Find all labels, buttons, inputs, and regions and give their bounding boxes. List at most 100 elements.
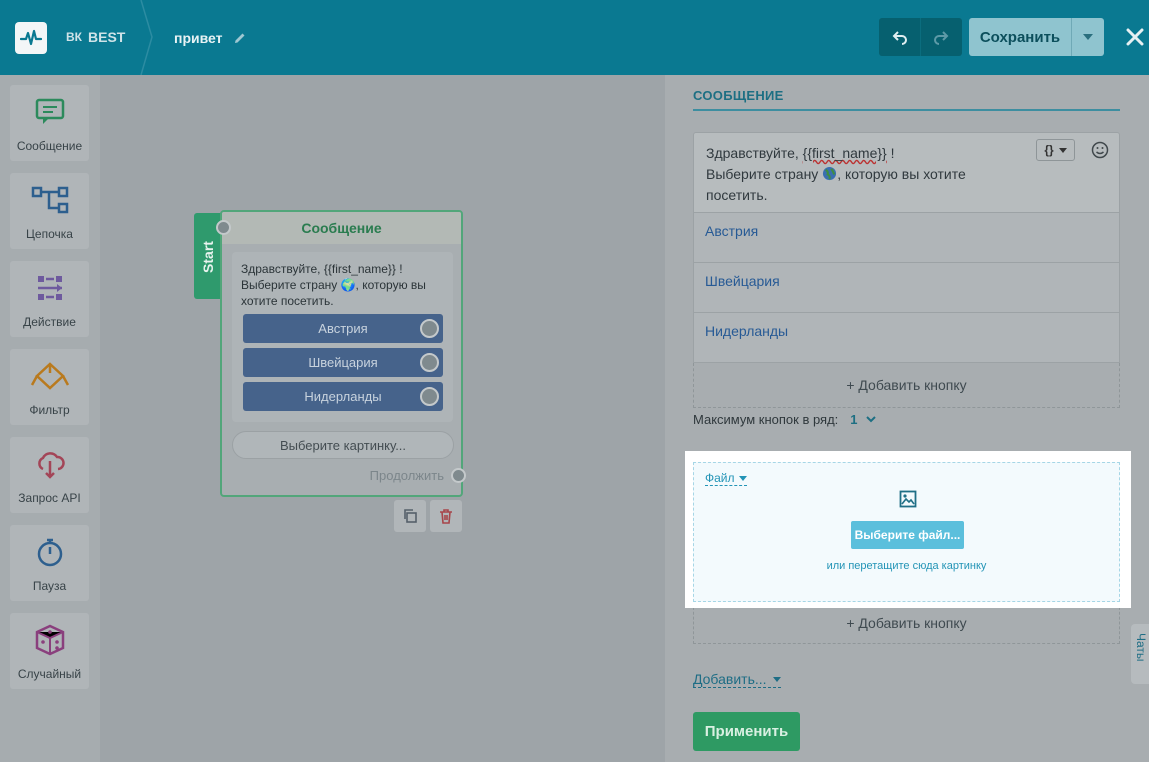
random-dice-icon (10, 623, 89, 657)
chats-label: Чаты (1134, 633, 1148, 662)
message-text-part: ! (886, 145, 895, 161)
emoji-button[interactable] (1089, 139, 1111, 161)
tool-label: Действие (23, 315, 76, 329)
file-dropzone[interactable]: Файл Выберите файл... или перетащите сюд… (693, 462, 1120, 602)
node-message-text: Здравствуйте, {{first_name}} ! Выберите … (241, 262, 426, 308)
message-text: Здравствуйте, {{first_name}} ! Выберите … (706, 143, 1026, 206)
properties-panel: СООБЩЕНИЕ Здравствуйте, {{first_name}} !… (665, 75, 1149, 762)
add-more-label: Добавить... (693, 671, 767, 687)
caret-down-icon (772, 676, 781, 682)
breadcrumb-separator-icon (140, 0, 153, 75)
image-icon (897, 488, 919, 510)
file-type-label: Файл (705, 471, 735, 485)
undo-redo-group (879, 18, 962, 56)
chats-tab[interactable]: Чаты (1131, 624, 1149, 684)
node-continue-label: Продолжить (369, 468, 444, 483)
max-buttons-row: Максимум кнопок в ряд: 1 (693, 412, 876, 427)
max-buttons-select[interactable]: 1 (850, 412, 876, 427)
top-bar: ВК BEST привет Сохранить (0, 0, 1149, 75)
caret-down-icon (1058, 147, 1067, 153)
node-button-label: Швейцария (308, 355, 378, 370)
save-button[interactable]: Сохранить (969, 18, 1071, 56)
tool-label: Пауза (32, 579, 67, 593)
api-request-icon (10, 447, 89, 481)
choose-file-button[interactable]: Выберите файл... (851, 521, 964, 549)
node-button-switzerland[interactable]: Швейцария (243, 348, 443, 377)
button-connector[interactable] (420, 319, 439, 338)
insert-variable-button[interactable]: {} (1036, 139, 1075, 161)
action-icon (10, 271, 89, 305)
tool-label: Запрос API (18, 491, 81, 505)
panel-title: СООБЩЕНИЕ (693, 88, 784, 103)
caret-down-icon (1083, 34, 1093, 40)
flow-name[interactable]: привет (174, 30, 247, 46)
undo-icon (892, 31, 907, 45)
apply-button[interactable]: Применить (693, 712, 800, 751)
globe-emoji-icon (823, 166, 837, 181)
start-label: Start (200, 241, 216, 273)
caret-down-icon (738, 475, 747, 481)
tool-pause[interactable]: Пауза (10, 525, 89, 601)
copy-node-button[interactable] (394, 500, 426, 532)
variable-button-label: {} (1044, 143, 1054, 157)
smile-icon (1091, 141, 1109, 159)
message-icon (10, 95, 89, 129)
trash-icon (440, 509, 452, 524)
node-input-connector[interactable] (216, 220, 231, 235)
message-text-part: Выберите страну (706, 166, 823, 182)
choice-button-switzerland[interactable]: Швейцария (693, 263, 1120, 313)
save-options-button[interactable] (1071, 18, 1104, 56)
tool-message[interactable]: Сообщение (10, 85, 89, 161)
file-type-dropdown[interactable]: Файл (705, 471, 747, 486)
tool-api-request[interactable]: Запрос API (10, 437, 89, 513)
tool-label: Сообщение (16, 139, 83, 153)
delete-node-button[interactable] (430, 500, 462, 532)
add-button-button[interactable]: + Добавить кнопку (693, 363, 1120, 408)
panel-divider (693, 109, 1120, 111)
choice-button-netherlands[interactable]: Нидерланды (693, 313, 1120, 363)
chain-icon (10, 183, 89, 217)
node-button-label: Нидерланды (304, 389, 382, 404)
tool-action[interactable]: Действие (10, 261, 89, 337)
node-image-selector[interactable]: Выберите картинку... (232, 431, 454, 459)
pause-icon (10, 535, 89, 569)
button-connector[interactable] (420, 387, 439, 406)
continue-connector[interactable] (451, 468, 466, 483)
button-connector[interactable] (420, 353, 439, 372)
node-button-austria[interactable]: Австрия (243, 314, 443, 343)
choice-button-austria[interactable]: Австрия (693, 213, 1120, 263)
undo-button[interactable] (879, 18, 920, 56)
add-more-dropdown[interactable]: Добавить... (693, 671, 781, 688)
redo-button[interactable] (920, 18, 961, 56)
message-text-part: Здравствуйте, (706, 145, 803, 161)
chevron-down-icon (865, 416, 876, 423)
tool-chain[interactable]: Цепочка (10, 173, 89, 249)
edit-pencil-icon[interactable] (233, 31, 247, 45)
copy-icon (404, 509, 417, 523)
max-buttons-label: Максимум кнопок в ряд: (693, 412, 839, 427)
message-variable: {{first_name}} (802, 145, 887, 161)
close-icon (1126, 28, 1144, 46)
message-node[interactable]: Сообщение Здравствуйте, {{first_name}} !… (216, 210, 466, 497)
flow-name-label: привет (174, 30, 223, 46)
bot-name-label: BEST (88, 29, 126, 45)
drop-hint: или перетащите сюда картинку (826, 560, 987, 572)
tool-label: Случайный (17, 667, 82, 681)
close-button[interactable] (1122, 24, 1148, 50)
node-button-netherlands[interactable]: Нидерланды (243, 382, 443, 411)
node-message-card: Здравствуйте, {{first_name}} ! Выберите … (232, 252, 453, 422)
bot-name[interactable]: ВК BEST (66, 29, 125, 45)
tool-filter[interactable]: Фильтр (10, 349, 89, 425)
tool-label: Фильтр (29, 403, 70, 417)
vk-icon: ВК (66, 30, 82, 44)
node-button-label: Австрия (318, 321, 368, 336)
message-textarea[interactable]: Здравствуйте, {{first_name}} ! Выберите … (693, 132, 1120, 213)
add-button-button-2[interactable]: + Добавить кнопку (693, 602, 1120, 644)
tool-label: Цепочка (26, 227, 73, 241)
max-buttons-value: 1 (850, 412, 858, 427)
tool-random[interactable]: Случайный (10, 613, 89, 689)
pulse-logo-icon[interactable] (15, 22, 47, 54)
node-title: Сообщение (222, 212, 461, 244)
node-actions (394, 500, 462, 532)
redo-icon (934, 31, 949, 45)
